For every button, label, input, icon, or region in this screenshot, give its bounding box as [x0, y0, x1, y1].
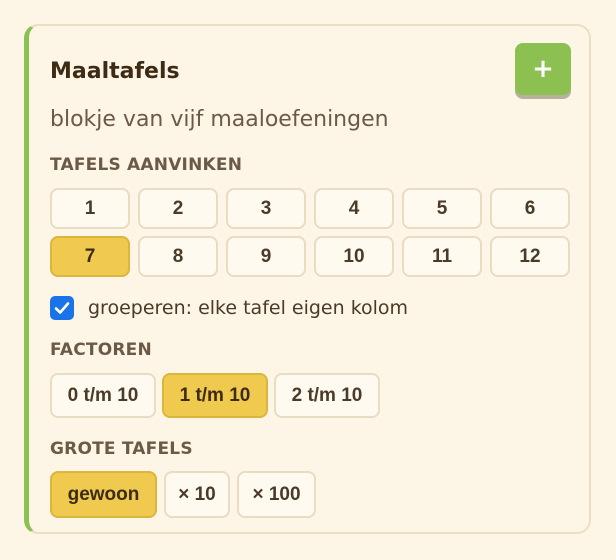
card-subtitle: blokje van vijf maaloefeningen	[50, 107, 389, 132]
add-button[interactable]: +	[515, 43, 571, 95]
grouping-label: groeperen: elke tafel eigen kolom	[88, 297, 409, 319]
table-chip-8[interactable]: 8	[138, 236, 218, 277]
table-chip-11[interactable]: 11	[402, 236, 482, 277]
factor-option-2-10[interactable]: 2 t/m 10	[274, 373, 380, 418]
big-tables-option-x10[interactable]: × 10	[164, 471, 230, 518]
table-chip-4[interactable]: 4	[314, 188, 394, 229]
factor-option-1-10[interactable]: 1 t/m 10	[162, 373, 268, 418]
factors-section-label: FACTOREN	[50, 340, 152, 360]
checkmark-icon	[54, 302, 70, 314]
maaltafels-card: Maaltafels + blokje van vijf maaloefenin…	[24, 24, 591, 534]
table-chip-1[interactable]: 1	[50, 188, 130, 229]
table-chip-5[interactable]: 5	[402, 188, 482, 229]
table-chip-9[interactable]: 9	[226, 236, 306, 277]
big-tables-option-normal[interactable]: gewoon	[50, 471, 157, 518]
factor-option-0-10[interactable]: 0 t/m 10	[50, 373, 156, 418]
card-title: Maaltafels	[50, 59, 180, 84]
big-tables-section-label: GROTE TAFELS	[50, 439, 193, 459]
big-tables-option-x100[interactable]: × 100	[237, 471, 316, 518]
table-chip-7[interactable]: 7	[50, 236, 130, 277]
table-chip-10[interactable]: 10	[314, 236, 394, 277]
table-chip-12[interactable]: 12	[490, 236, 570, 277]
tables-section-label: TAFELS AANVINKEN	[50, 155, 243, 175]
grouping-checkbox-row[interactable]: groeperen: elke tafel eigen kolom	[50, 296, 408, 320]
table-chip-3[interactable]: 3	[226, 188, 306, 229]
table-chip-6[interactable]: 6	[490, 188, 570, 229]
table-chip-2[interactable]: 2	[138, 188, 218, 229]
grouping-checkbox[interactable]	[50, 296, 74, 320]
